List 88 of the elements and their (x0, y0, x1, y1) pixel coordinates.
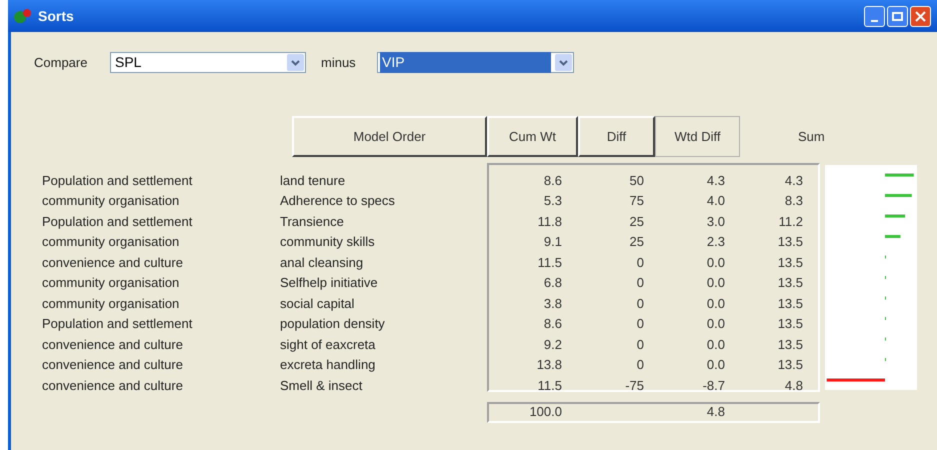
bar (885, 194, 912, 197)
sum-cell-text: 4.3 (784, 172, 803, 190)
category-label: community organisation (42, 233, 180, 251)
category-label: convenience and culture (42, 376, 184, 394)
cum-wt-cell-text: 11.5 (536, 254, 562, 272)
bar (885, 174, 914, 176)
criterion-label: Selfhelp initiative (280, 274, 378, 292)
cum-wt-cell-text: 8.6 (542, 172, 562, 190)
window-title: Sorts (38, 6, 74, 26)
category-label: community organisation (42, 192, 180, 210)
cum-wt-cell-text: 13.8 (536, 356, 562, 374)
compare-dropdown[interactable]: SPL (110, 52, 306, 73)
sort-button[interactable]: Diff (578, 116, 655, 157)
close-icon (915, 10, 926, 22)
sum-cell-text: 13.5 (776, 274, 803, 292)
sum-cell-text: 11.2 (778, 212, 803, 230)
maximize-button[interactable] (887, 6, 908, 26)
wtd-diff-cell-text: -8.7 (702, 376, 725, 394)
criterion-label: anal cleansing (280, 254, 364, 272)
bar (885, 235, 900, 238)
sort-button[interactable]: Wtd Diff (655, 116, 740, 157)
cum-wt-cell-text: 9.2 (542, 336, 562, 354)
criterion-label: social capital (280, 294, 354, 313)
category-label: convenience and culture (42, 336, 184, 354)
cum-wt-cell-text: 9.1 (542, 233, 562, 251)
bar (885, 214, 906, 218)
diff-cell-text: 25 (628, 233, 644, 251)
wtd-diff-cell-text: 3.0 (706, 212, 725, 230)
sum-cell-text: 13.5 (776, 315, 803, 333)
wtd-diff-cell-text: 0.0 (706, 274, 725, 292)
cum-wt-cell-text: 11.5 (536, 376, 562, 394)
total-cum-wt: 100.0 (528, 403, 562, 422)
cum-wt-cell-text: 8.6 (542, 315, 562, 333)
sum-cell-text: 4.8 (784, 376, 803, 394)
category-label: Population and settlement (42, 172, 194, 190)
sum-cell-text: 8.3 (784, 192, 803, 210)
compare-label: Compare (34, 54, 88, 72)
sort-button[interactable]: Cum Wt (487, 116, 578, 157)
minus-dropdown[interactable]: VIP (377, 52, 574, 73)
sum-cell-text: 13.5 (776, 336, 803, 354)
category-label: convenience and culture (42, 254, 184, 272)
cum-wt-cell-text: 5.3 (542, 192, 562, 210)
wtd-diff-cell-text: 2.3 (706, 233, 725, 251)
criterion-label: population density (280, 315, 385, 333)
diff-cell-text: 25 (628, 212, 644, 230)
close-button[interactable] (910, 6, 931, 26)
criterion-label: community skills (280, 233, 375, 251)
wtd-diff-cell-text: 0.0 (706, 254, 725, 272)
minus-label: minus (321, 54, 357, 72)
cum-wt-cell-text: 11.8 (536, 212, 562, 230)
wtd-diff-cell-text: 4.3 (706, 172, 725, 190)
minimize-button[interactable] (864, 6, 885, 26)
cum-wt-cell-text: 3.8 (542, 294, 562, 312)
bar (826, 378, 885, 382)
diff-cell-text: 0 (636, 336, 644, 354)
diff-cell-text: 0 (636, 315, 644, 333)
cum-wt-cell-text: 6.8 (542, 274, 562, 292)
criterion-label: Adherence to specs (280, 192, 395, 210)
category-label: community organisation (42, 294, 180, 313)
sort-button[interactable]: Model Order (292, 116, 487, 157)
wtd-diff-cell-text: 0.0 (706, 315, 725, 333)
sum-cell-text: 13.5 (776, 356, 803, 374)
criterion-label: sight of eaxcreta (280, 336, 376, 354)
wtd-diff-cell-text: 0.0 (706, 336, 725, 354)
category-label: Population and settlement (42, 212, 194, 231)
sum-cell-text: 13.5 (776, 254, 803, 272)
diff-cell-text: 50 (628, 172, 644, 190)
criterion-label: Transience (280, 212, 344, 230)
criterion-label: excreta handling (280, 356, 376, 374)
diff-cell-text: -75 (624, 376, 644, 394)
sum-heading: Sum (798, 128, 825, 146)
wtd-diff-cell-text: 4.0 (706, 192, 725, 210)
sum-cell-text: 13.5 (776, 294, 803, 312)
category-label: community organisation (42, 274, 180, 292)
wtd-diff-cell-text: 0.0 (706, 356, 725, 374)
sum-cell-text: 13.5 (776, 233, 803, 251)
diff-cell-text: 75 (628, 192, 644, 210)
criterion-label: Smell & insect (280, 376, 362, 394)
diff-cell-text: 0 (636, 254, 644, 272)
category-label: Population and settlement (42, 315, 194, 333)
wtd-diff-cell-text: 0.0 (706, 294, 725, 312)
total-wtd-diff: 4.8 (706, 403, 725, 422)
diff-cell-text: 0 (636, 274, 644, 292)
diff-cell-text: 0 (636, 294, 644, 312)
app-icon (14, 8, 32, 24)
diff-cell-text: 0 (636, 356, 644, 374)
criterion-label: land tenure (280, 172, 346, 190)
category-label: convenience and culture (42, 356, 184, 374)
